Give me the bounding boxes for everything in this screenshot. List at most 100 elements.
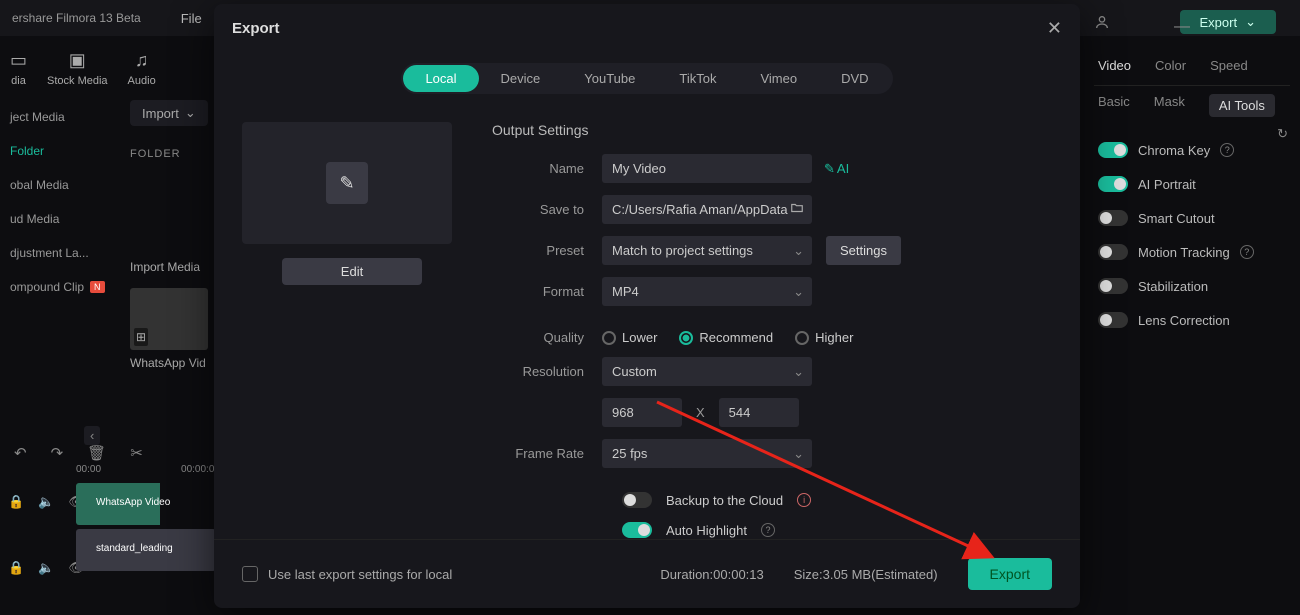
lock-icon[interactable]: 🔒 [8, 560, 24, 576]
sidebar-item-global-media[interactable]: obal Media [0, 168, 110, 202]
name-input[interactable] [602, 154, 812, 183]
timeline-track[interactable]: WhatsApp Video [76, 483, 216, 525]
backup-cloud-toggle[interactable] [622, 492, 652, 508]
tab-color[interactable]: Color [1155, 54, 1186, 77]
quality-recommend-radio[interactable]: Recommend [679, 330, 773, 345]
sidebar-item-project-media[interactable]: ject Media [0, 100, 110, 134]
lens-correction-toggle[interactable] [1098, 312, 1128, 328]
modal-title: Export [232, 20, 280, 37]
stock-media-tab[interactable]: ▣ Stock Media [47, 50, 108, 87]
smart-cutout-toggle[interactable] [1098, 210, 1128, 226]
tab-video[interactable]: Video [1098, 54, 1131, 77]
export-tab-dvd[interactable]: DVD [819, 65, 890, 92]
motion-tracking-label: Motion Tracking [1138, 245, 1230, 260]
quality-higher-radio[interactable]: Higher [795, 330, 853, 345]
width-input[interactable] [602, 398, 682, 427]
export-label: Export [1200, 15, 1238, 30]
export-tab-youtube[interactable]: YouTube [562, 65, 657, 92]
stabilization-toggle[interactable] [1098, 278, 1128, 294]
name-label: Name [492, 161, 602, 176]
height-input[interactable] [719, 398, 799, 427]
export-tab-tiktok[interactable]: TikTok [657, 65, 738, 92]
help-icon[interactable]: ? [761, 523, 775, 537]
ai-portrait-toggle[interactable] [1098, 176, 1128, 192]
timecode: 00:00 [76, 464, 101, 475]
export-tab-local[interactable]: Local [403, 65, 478, 92]
media-icon: ▭ [10, 50, 27, 71]
clip-name: WhatsApp Vid [130, 356, 208, 370]
folder-icon[interactable] [790, 201, 804, 218]
media-thumbnail[interactable]: ⊞ [130, 288, 208, 350]
new-badge: N [90, 281, 105, 293]
size-text: Size:3.05 MB(Estimated) [794, 567, 938, 582]
mute-icon[interactable]: 🔈 [38, 494, 54, 510]
export-modal: Export ✕ Local Device YouTube TikTok Vim… [214, 4, 1080, 608]
close-icon[interactable]: ✕ [1047, 18, 1062, 39]
media-label: dia [11, 75, 26, 87]
sidebar-item-adjustment[interactable]: djustment La... [0, 236, 110, 270]
edit-button[interactable]: Edit [282, 258, 422, 285]
highlight-label: Auto Highlight [666, 523, 747, 538]
preset-select[interactable] [602, 236, 812, 265]
sidebar-item-folder[interactable]: Folder [0, 134, 110, 168]
tab-speed[interactable]: Speed [1210, 54, 1248, 77]
export-tab-device[interactable]: Device [479, 65, 563, 92]
chroma-key-toggle[interactable] [1098, 142, 1128, 158]
preset-label: Preset [492, 243, 602, 258]
folder-heading: FOLDER [130, 148, 181, 160]
help-icon[interactable]: ? [1220, 143, 1234, 157]
reset-icon[interactable]: ↻ [1277, 126, 1288, 142]
mute-icon[interactable]: 🔈 [38, 560, 54, 576]
x-separator: X [696, 405, 705, 420]
backup-label: Backup to the Cloud [666, 493, 783, 508]
stabilization-label: Stabilization [1138, 279, 1208, 294]
framerate-label: Frame Rate [492, 446, 602, 461]
edit-icon: ✎ [326, 162, 368, 204]
settings-button[interactable]: Settings [826, 236, 901, 265]
user-icon[interactable] [1094, 14, 1110, 33]
undo-icon[interactable]: ↶ [14, 444, 27, 462]
grid-icon: ⊞ [134, 328, 148, 346]
import-dropdown[interactable]: Import ⌄ [130, 100, 208, 126]
subtab-basic[interactable]: Basic [1098, 94, 1130, 117]
ai-icon[interactable]: ✎AI [824, 161, 849, 177]
info-icon[interactable]: i [797, 493, 811, 507]
format-select[interactable] [602, 277, 812, 306]
export-tab-vimeo[interactable]: Vimeo [738, 65, 819, 92]
motion-tracking-toggle[interactable] [1098, 244, 1128, 260]
export-button-top[interactable]: Export ⌄ [1180, 10, 1276, 34]
use-last-settings-label: Use last export settings for local [268, 567, 452, 582]
subtab-ai-tools[interactable]: AI Tools [1209, 94, 1275, 117]
resolution-select[interactable] [602, 357, 812, 386]
output-settings-heading: Output Settings [492, 122, 1052, 138]
sidebar-item-cloud-media[interactable]: ud Media [0, 202, 110, 236]
chroma-key-label: Chroma Key [1138, 143, 1210, 158]
auto-highlight-toggle[interactable] [622, 522, 652, 538]
use-last-settings-checkbox[interactable] [242, 566, 258, 582]
help-icon[interactable]: ? [1240, 245, 1254, 259]
audio-icon: ♫ [135, 50, 149, 71]
preview-thumbnail: ✎ [242, 122, 452, 244]
ai-portrait-label: AI Portrait [1138, 177, 1196, 192]
smart-cutout-label: Smart Cutout [1138, 211, 1215, 226]
audio-tab[interactable]: ♫ Audio [128, 50, 156, 87]
chevron-down-icon: ⌄ [185, 105, 196, 121]
quality-lower-radio[interactable]: Lower [602, 330, 657, 345]
chevron-down-icon: ⌄ [1245, 14, 1256, 30]
subtab-mask[interactable]: Mask [1154, 94, 1185, 117]
export-button[interactable]: Export [968, 558, 1052, 590]
lock-icon[interactable]: 🔒 [8, 494, 24, 510]
redo-icon[interactable]: ↷ [51, 444, 64, 462]
import-label: Import [142, 106, 179, 121]
media-tab[interactable]: ▭ dia [10, 50, 27, 87]
saveto-input[interactable] [602, 195, 812, 224]
sidebar-item-compound[interactable]: ompound Clip N [0, 270, 110, 304]
stock-label: Stock Media [47, 75, 108, 87]
minimize-button[interactable]: — [1174, 18, 1190, 36]
saveto-label: Save to [492, 202, 602, 217]
file-menu[interactable]: File [181, 11, 202, 26]
timeline-track[interactable]: standard_leading [76, 529, 216, 571]
lens-correction-label: Lens Correction [1138, 313, 1230, 328]
framerate-select[interactable] [602, 439, 812, 468]
import-media-label: Import Media [130, 260, 208, 274]
